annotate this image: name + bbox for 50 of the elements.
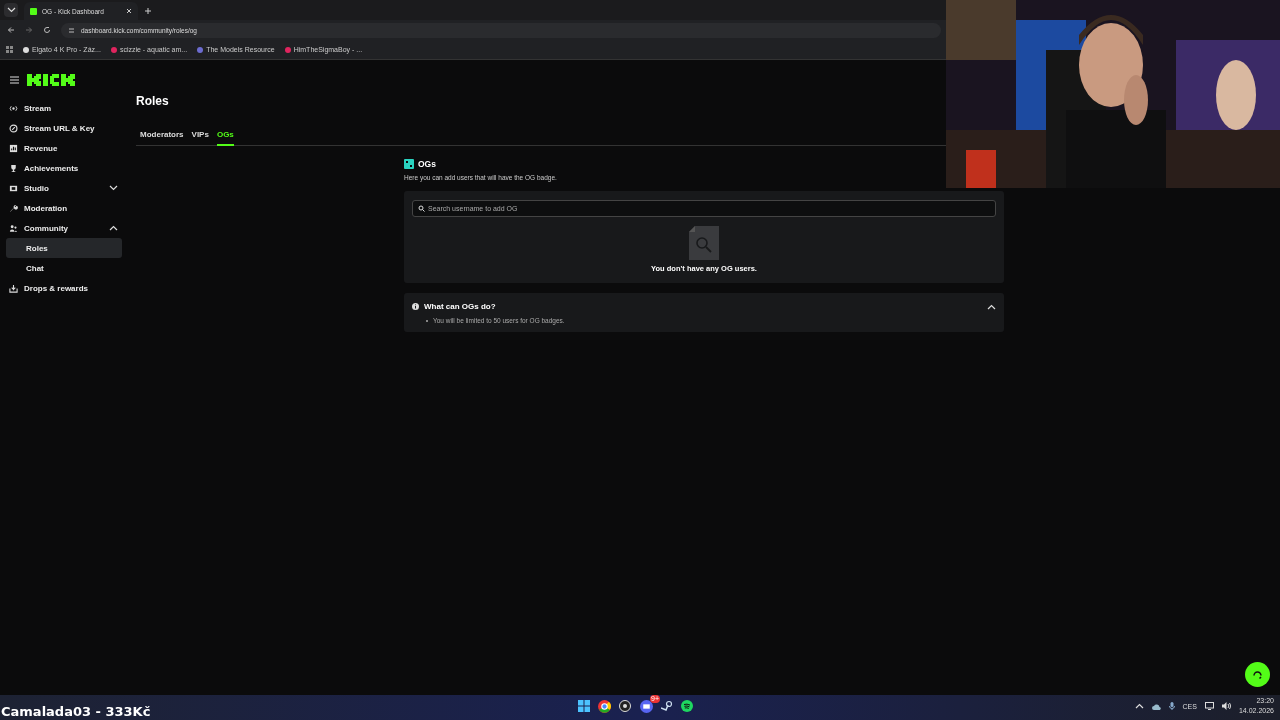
broadcast-icon [9,103,18,113]
menu-icon[interactable] [10,76,19,84]
reload-icon [43,26,51,34]
cloud-icon [1151,702,1161,710]
section-title: OGs [418,158,436,169]
sidebar-item[interactable]: Achievements [6,158,122,178]
windows-start-icon [578,700,590,712]
tab-list-button[interactable] [4,3,18,17]
kick-logo [27,72,75,88]
monitor-icon [1204,702,1214,710]
tab[interactable]: VIPs [191,127,209,146]
chevron-up-icon [109,225,118,231]
faq-title[interactable]: What can OGs do? [424,302,982,311]
steam-icon [661,700,673,712]
speaker-icon [1221,702,1231,710]
sidebar-item[interactable]: Revenue [6,138,122,158]
chevron-down-icon [109,185,118,191]
back-icon [7,26,15,34]
sidebar-item[interactable]: Stream URL & Key [6,118,122,138]
site-settings-icon [68,26,75,34]
microphone-icon [1168,702,1175,710]
info-icon [412,303,419,310]
users-icon [9,223,18,233]
chevron-up-icon [1134,703,1144,709]
new-tab-icon[interactable] [144,7,152,15]
chrome-icon [598,699,611,713]
chevron-down-icon [6,7,16,13]
forward-icon [25,26,33,34]
sidebar-item[interactable]: Stream [6,98,122,118]
sidebar-item[interactable]: Moderation [6,198,122,218]
og-badge-icon [404,158,414,169]
sidebar-item[interactable]: Drops & rewards [6,278,122,298]
screen-icon [9,183,18,193]
apps-icon [6,46,13,53]
close-icon [126,8,132,14]
sidebar-item[interactable]: Studio [6,178,122,198]
tab[interactable]: Moderators [140,127,184,146]
chevron-up-icon [987,303,996,310]
sidebar-subitem[interactable]: Roles [6,238,122,258]
trophy-icon [9,163,18,173]
document-search-icon [689,226,719,260]
sidebar-subitem[interactable]: Chat [6,258,122,278]
chart-icon [9,143,18,153]
overlay-caption: Camalada03 - 333Kč [1,704,151,719]
page-title: Roles [136,94,170,110]
aperture-icon [619,700,631,712]
tab[interactable]: OGs [216,127,234,146]
sidebar-item[interactable]: Community [6,218,122,238]
spotify-icon [681,700,693,712]
search-icon [418,205,425,212]
